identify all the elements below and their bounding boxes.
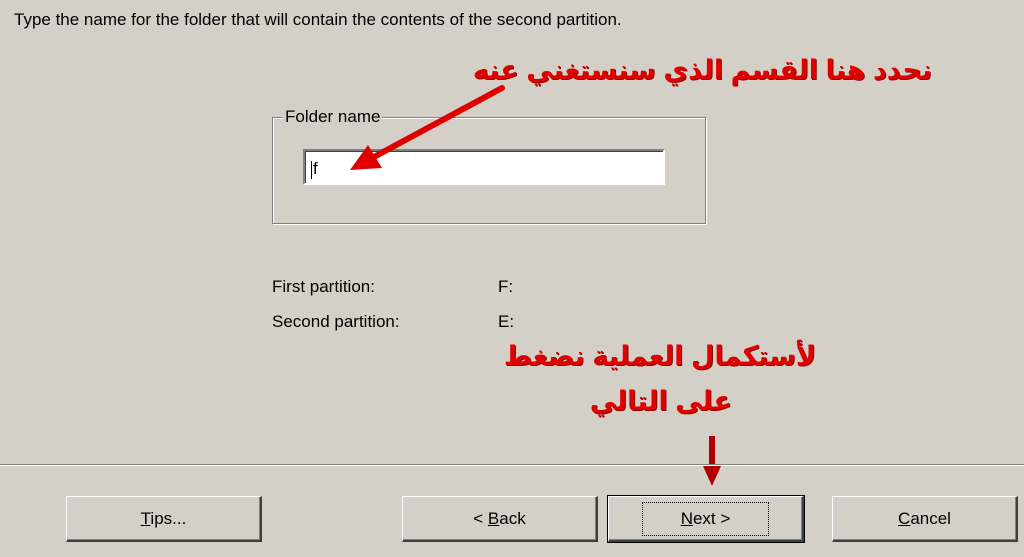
next-button[interactable]: Next > xyxy=(607,495,805,543)
next-focus-rect: Next > xyxy=(641,501,770,536)
instruction-text: Type the name for the folder that will c… xyxy=(14,10,622,29)
tips-button[interactable]: Tips... xyxy=(66,496,262,542)
first-partition-label: First partition: xyxy=(272,277,375,296)
folder-name-value: f xyxy=(313,159,318,178)
first-partition-row: First partition: F: xyxy=(272,277,513,297)
first-partition-value: F: xyxy=(498,277,514,296)
folder-name-input[interactable]: f xyxy=(303,149,665,185)
second-partition-label: Second partition: xyxy=(272,312,400,331)
text-caret xyxy=(311,160,312,179)
arrow-down-to-next-icon xyxy=(703,436,721,486)
second-partition-value: E: xyxy=(498,312,515,331)
annotation-top: نحدد هنا القسم الذي سنستغني عنه xyxy=(472,55,932,85)
annotation-bottom-line1: لأستكمال العملية نضغط xyxy=(503,341,816,371)
annotation-bottom-line2: على التالي xyxy=(589,386,732,416)
second-partition-row: Second partition: E: xyxy=(272,312,514,332)
folder-name-legend: Folder name xyxy=(283,107,383,127)
back-button[interactable]: < Back xyxy=(402,496,598,542)
bottom-separator xyxy=(0,464,1024,466)
folder-name-group: Folder name f xyxy=(272,107,706,224)
cancel-button[interactable]: Cancel xyxy=(832,496,1018,542)
